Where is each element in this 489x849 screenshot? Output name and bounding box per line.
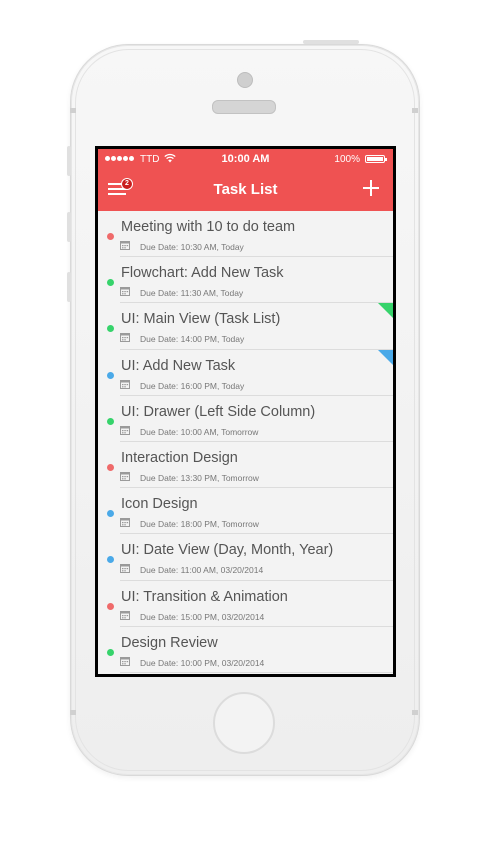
task-title: Flowchart: Add New Task (121, 265, 284, 282)
front-camera (237, 72, 253, 88)
task-row[interactable]: Icon Design Due Date: 18:00 PM, Tomorrow (98, 488, 393, 535)
task-due-date: Due Date: 10:00 AM, Tomorrow (140, 426, 259, 437)
calendar-icon (120, 564, 130, 574)
calendar-icon (120, 656, 130, 666)
calendar-icon (120, 471, 130, 481)
task-row[interactable]: UI: Drawer (Left Side Column) Due Date: 1… (98, 396, 393, 442)
priority-dot (107, 279, 114, 287)
priority-dot (107, 417, 114, 425)
task-row[interactable]: UI: Transition & Animation Due Date: 15:0… (98, 581, 393, 627)
calendar-icon (120, 333, 130, 343)
task-due-date: Due Date: 18:00 PM, Tomorrow (140, 519, 259, 530)
task-title: UI: Transition & Animation (121, 588, 288, 605)
task-row[interactable]: Meeting with 10 to do team Due Date: 10:3… (98, 211, 393, 258)
task-title: UI: Main View (Task List) (121, 311, 281, 328)
priority-dot (107, 602, 114, 610)
antenna-band (70, 710, 76, 715)
task-flag-corner (378, 349, 393, 365)
priority-dot (107, 371, 114, 379)
earpiece-speaker (212, 100, 276, 114)
task-due-date: Due Date: 15:00 PM, 03/20/2014 (140, 611, 265, 622)
phone-screen: TTD 10:00 AM 100% 2 Task List Meeting wi… (95, 146, 396, 677)
volume-up-button (67, 212, 71, 242)
task-row[interactable]: UI: Date View (Day, Month, Year) Due Date… (98, 534, 393, 581)
priority-dot (107, 233, 114, 240)
priority-dot (107, 648, 114, 656)
task-title: UI: Drawer (Left Side Column) (121, 403, 316, 420)
task-due-date: Due Date: 11:00 AM, 03/20/2014 (140, 565, 264, 576)
calendar-icon (120, 379, 130, 389)
calendar-icon (120, 241, 130, 250)
home-button[interactable] (213, 692, 275, 754)
battery-icon (365, 155, 387, 163)
calendar-icon (120, 610, 130, 620)
status-bar: TTD 10:00 AM 100% (98, 149, 393, 169)
task-row[interactable]: Flowchart: Add New Task Due Date: 11:30 A… (98, 257, 393, 304)
battery-percentage: 100% (334, 154, 360, 165)
task-title: UI: Add New Task (121, 357, 236, 374)
row-divider (120, 671, 393, 673)
task-title: UI: Date View (Day, Month, Year) (121, 542, 334, 559)
task-title: Interaction Design (121, 449, 238, 466)
antenna-band (70, 108, 76, 113)
add-task-button[interactable] (363, 180, 379, 196)
task-row[interactable]: Design Review Due Date: 10:00 PM, 03/20/2… (98, 627, 393, 673)
task-flag-corner (378, 303, 393, 319)
antenna-band (412, 710, 418, 715)
mute-switch (67, 146, 71, 176)
power-button (303, 40, 359, 44)
navigation-bar: 2 Task List (98, 169, 393, 211)
task-due-date: Due Date: 14:00 PM, Today (140, 334, 245, 345)
task-list: Meeting with 10 to do team Due Date: 10:3… (98, 211, 393, 673)
task-title: Icon Design (121, 496, 198, 513)
volume-down-button (67, 272, 71, 302)
priority-dot (107, 556, 114, 564)
top-bar: TTD 10:00 AM 100% 2 Task List (98, 149, 393, 211)
priority-dot (107, 325, 114, 333)
task-due-date: Due Date: 11:30 AM, Today (140, 288, 244, 299)
task-row[interactable]: UI: Main View (Task List) Due Date: 14:00… (98, 303, 393, 350)
calendar-icon (120, 425, 130, 435)
task-due-date: Due Date: 10:00 PM, 03/20/2014 (140, 657, 265, 668)
priority-dot (107, 463, 114, 471)
task-list-app: TTD 10:00 AM 100% 2 Task List Meeting wi… (98, 149, 393, 674)
calendar-icon (120, 518, 130, 528)
calendar-icon (120, 287, 130, 297)
task-title: Meeting with 10 to do team (121, 219, 296, 235)
task-row[interactable]: Interaction Design Due Date: 13:30 PM, To… (98, 442, 393, 489)
task-title: Design Review (121, 634, 218, 651)
task-due-date: Due Date: 10:30 AM, Today (140, 242, 244, 252)
priority-dot (107, 510, 114, 518)
antenna-band (412, 108, 418, 113)
task-due-date: Due Date: 16:00 PM, Today (140, 380, 245, 391)
task-due-date: Due Date: 13:30 PM, Tomorrow (140, 472, 259, 483)
page-title: Task List (213, 181, 278, 198)
task-row[interactable]: UI: Add New Task Due Date: 16:00 PM, Toda… (98, 349, 393, 396)
